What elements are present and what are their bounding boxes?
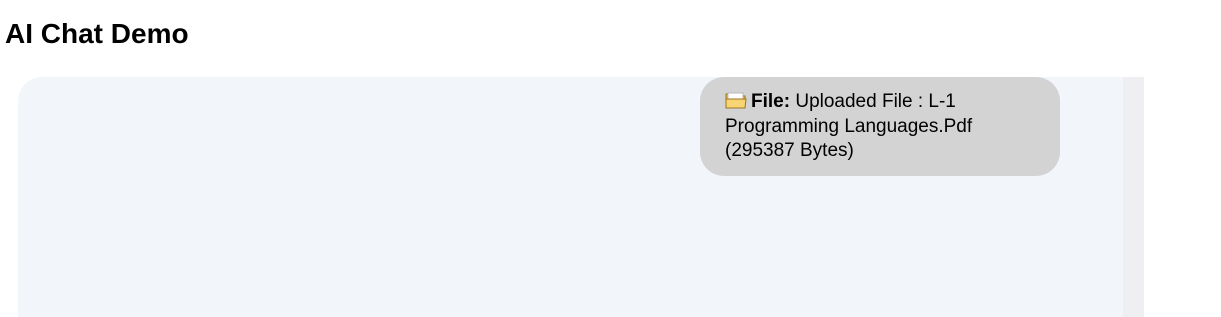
page-title: AI Chat Demo <box>5 18 189 49</box>
file-label: File: <box>751 91 791 112</box>
open-folder-icon <box>725 91 747 110</box>
file-message-bubble: File: Uploaded File : L-1 Programming La… <box>700 77 1060 176</box>
page: AI Chat Demo File: Uploaded File : L-1 P… <box>0 0 1221 317</box>
chat-window[interactable]: File: Uploaded File : L-1 Programming La… <box>18 77 1144 317</box>
chat-scrollbar[interactable] <box>1123 77 1144 317</box>
